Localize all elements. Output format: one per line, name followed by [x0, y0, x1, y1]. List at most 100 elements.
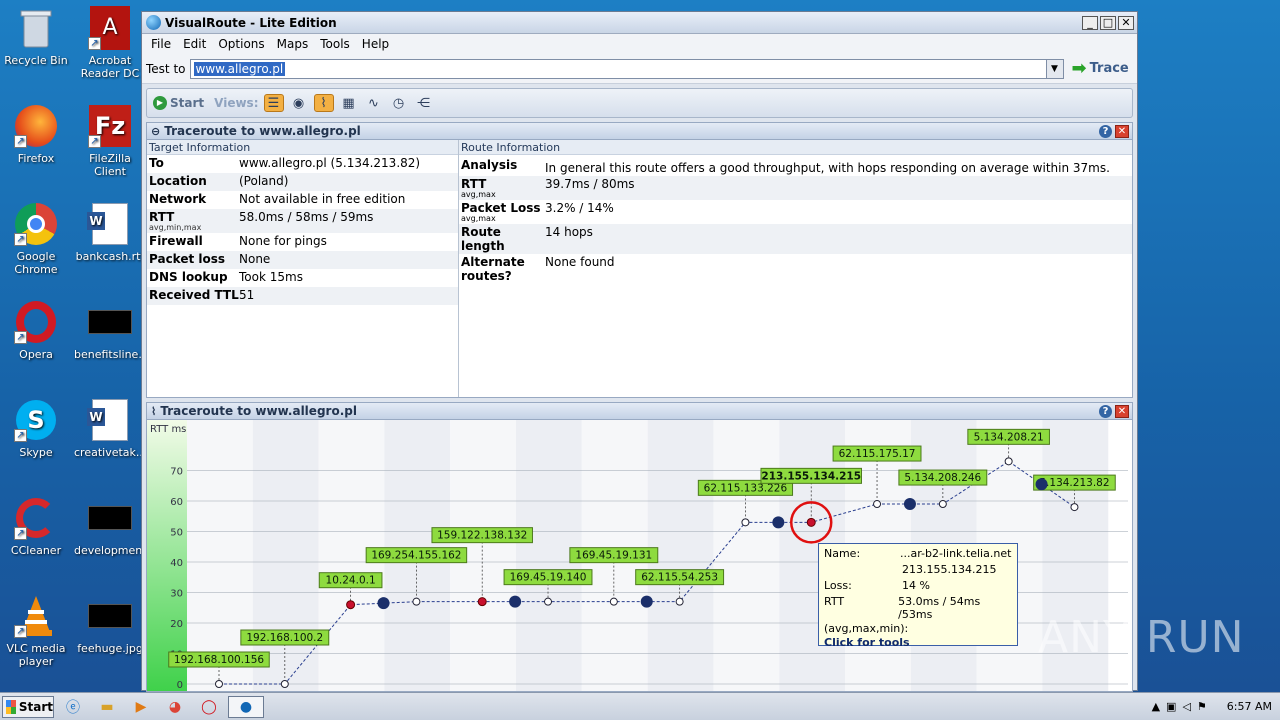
start-menu-button[interactable]: Start — [2, 695, 54, 718]
recycle-bin-icon — [14, 6, 58, 50]
views-toolbar: ▶ Start Views: ☰ ◉ ⌇ ▦ ∿ ◷ ⋲ — [146, 88, 1133, 118]
summary-view-icon[interactable]: ☰ — [263, 94, 284, 112]
desktop-icon-chrome[interactable]: ↗ Google Chrome — [0, 202, 72, 276]
target-key: To — [149, 156, 164, 170]
chrome-taskbar-icon[interactable]: ◕ — [160, 696, 190, 718]
panel-close-icon[interactable]: ✕ — [1115, 124, 1129, 138]
desktop-icon-skype[interactable]: S ↗ Skype — [0, 398, 72, 459]
start-label: Start — [18, 699, 53, 714]
menu-bar: File Edit Options Maps Tools Help — [142, 34, 1137, 54]
desktop-icon-vlc[interactable]: ↗ VLC media player — [0, 594, 72, 668]
help-icon[interactable]: ? — [1099, 404, 1112, 418]
desktop-icon-label: Skype — [19, 446, 53, 459]
desktop-icon-acrobat[interactable]: A ↗ Acrobat Reader DC — [74, 6, 146, 80]
panel-close-icon[interactable]: ✕ — [1115, 404, 1129, 418]
menu-file[interactable]: File — [145, 37, 177, 51]
tooltip-click-for-tools[interactable]: Click for tools — [824, 636, 1012, 649]
desktop-icon-ccleaner[interactable]: ↗ CCleaner — [0, 496, 72, 557]
file-thumbnail-icon — [88, 496, 132, 540]
route-row-rtt: RTT avg,max 39.7ms / 80ms — [459, 176, 1132, 200]
shortcut-arrow-icon: ↗ — [14, 233, 27, 246]
word-document-icon: W — [87, 202, 132, 246]
close-button[interactable]: ✕ — [1118, 15, 1134, 30]
hop-connector — [377, 597, 390, 610]
y-tick-label: 40 — [170, 558, 183, 569]
anyrun-watermark: ANY RUN — [1038, 612, 1245, 663]
menu-edit[interactable]: Edit — [177, 37, 212, 51]
volume-icon[interactable]: ◁ — [1182, 700, 1190, 713]
title-bar[interactable]: VisualRoute - Lite Edition _ □ ✕ — [142, 12, 1137, 34]
route-info-heading: Route Information — [459, 140, 1132, 155]
menu-maps[interactable]: Maps — [271, 37, 315, 51]
menu-help[interactable]: Help — [356, 37, 395, 51]
clock[interactable]: 6:57 AM — [1227, 700, 1272, 713]
shortcut-arrow-icon: ↗ — [88, 135, 101, 148]
target-row-firewall: Firewall None for pings — [147, 233, 458, 251]
wave-view-icon[interactable]: ∿ — [364, 94, 384, 112]
show-hidden-icons-icon[interactable]: ▲ — [1152, 700, 1160, 713]
media-player-taskbar-icon[interactable]: ▶ — [126, 696, 156, 718]
network-view-icon[interactable]: ⋲ — [414, 94, 434, 112]
opera-icon: ↗ — [14, 300, 58, 344]
clock-view-icon[interactable]: ◷ — [389, 94, 409, 112]
trace-button[interactable]: ➡ Trace — [1072, 58, 1129, 79]
shortcut-arrow-icon: ↗ — [88, 37, 101, 50]
desktop-icon-opera[interactable]: ↗ Opera — [0, 300, 72, 361]
help-icon[interactable]: ? — [1099, 124, 1112, 138]
desktop-icon-creativetak[interactable]: W creativetak... — [74, 398, 146, 459]
graph-view-icon[interactable]: ⌇ — [313, 94, 334, 112]
start-button[interactable]: ▶ Start — [153, 96, 204, 110]
table-view-icon[interactable]: ▦ — [339, 94, 359, 112]
desktop-icon-bankcash[interactable]: W bankcash.rtf — [74, 202, 146, 263]
route-key-sub: avg,max — [461, 190, 496, 199]
y-tick-label: 70 — [170, 467, 183, 478]
hop-marker-loss — [346, 600, 356, 610]
visualroute-taskbar-icon[interactable]: ● — [228, 695, 264, 718]
explorer-taskbar-icon[interactable]: ▬ — [92, 696, 122, 718]
hop-label: 62.115.133.226 — [704, 482, 788, 494]
desktop-icon-label: developmen... — [74, 544, 153, 557]
desktop-icon-label: Recycle Bin — [4, 54, 68, 67]
hop-marker — [280, 680, 289, 688]
target-key: Received TTL — [149, 288, 239, 302]
target-value: Not available in free edition — [239, 192, 406, 206]
firefox-icon: ↗ — [14, 104, 58, 148]
target-value: None for pings — [239, 234, 327, 248]
desktop-icon-label: benefitsline... — [74, 348, 149, 361]
desktop-icon-benefitsline[interactable]: benefitsline... — [74, 300, 149, 361]
route-key: RTT avg,max — [461, 177, 545, 199]
target-combobox[interactable]: www.allegro.pl ▼ — [189, 58, 1064, 79]
hop-column — [187, 420, 253, 691]
maximize-button[interactable]: □ — [1100, 15, 1116, 30]
hop-label: 5.134.208.246 — [904, 472, 981, 484]
minimize-button[interactable]: _ — [1082, 15, 1098, 30]
target-info-heading: Target Information — [147, 140, 458, 155]
dropdown-arrow-icon[interactable]: ▼ — [1045, 59, 1063, 78]
route-key: Route length — [461, 225, 505, 253]
target-value: 58.0ms / 58ms / 59ms — [239, 210, 374, 224]
globe-view-icon[interactable]: ◉ — [289, 94, 309, 112]
menu-options[interactable]: Options — [212, 37, 270, 51]
target-row-ttl: Received TTL 51 — [147, 287, 458, 305]
hop-label: 5.134.213.82 — [1039, 477, 1109, 489]
rtt-graph[interactable]: 010203040506070RTT ms192.168.100.156192.… — [146, 420, 1133, 692]
y-tick-label: 30 — [170, 589, 183, 600]
opera-taskbar-icon[interactable]: ◯ — [194, 696, 224, 718]
target-key-text: RTT — [149, 210, 175, 224]
desktop-icon-label: Acrobat Reader DC — [80, 54, 140, 80]
graph-panel-title: Traceroute to www.allegro.pl — [160, 404, 357, 418]
desktop-icon-developmen[interactable]: developmen... — [74, 496, 153, 557]
flag-tray-icon[interactable]: ⚑ — [1197, 700, 1207, 713]
hop-label: 5.134.208.21 — [974, 431, 1044, 443]
desktop-icon-feehuge[interactable]: feehuge.jpg — [74, 594, 146, 655]
menu-tools[interactable]: Tools — [314, 37, 356, 51]
hop-tooltip[interactable]: Name: ...ar-b2-link.telia.net 213.155.134… — [818, 543, 1018, 649]
hop-connector — [640, 595, 653, 608]
desktop-icon-recycle-bin[interactable]: Recycle Bin — [0, 6, 72, 67]
network-icon[interactable]: ▣ — [1166, 700, 1176, 713]
target-input-value[interactable]: www.allegro.pl — [193, 61, 286, 76]
desktop-icon-filezilla[interactable]: Fz ↗ FileZilla Client — [74, 104, 146, 178]
desktop-icon-firefox[interactable]: ↗ Firefox — [0, 104, 72, 165]
target-key-sub: avg,min,max — [149, 223, 202, 232]
ie-taskbar-icon[interactable]: ⓔ — [58, 696, 88, 718]
